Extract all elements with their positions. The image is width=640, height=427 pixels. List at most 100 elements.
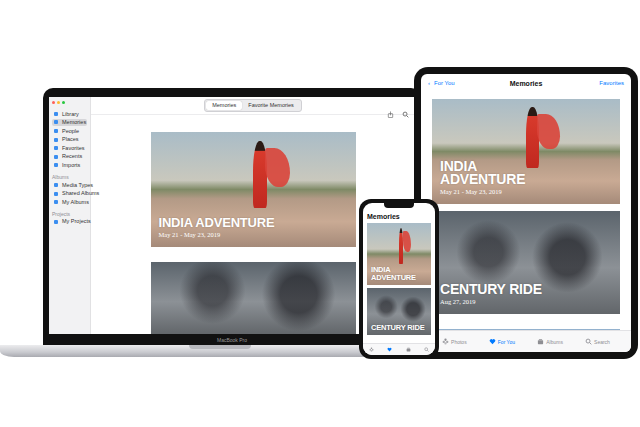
phone-screen: MemoriesINDIA ADVENTURECENTURY RIDE (363, 203, 435, 355)
folder-icon (54, 220, 58, 224)
photos-icon (442, 338, 449, 345)
sidebar-item[interactable]: Recents (52, 153, 87, 161)
memory-date: May 21 - May 23, 2019 (440, 188, 620, 196)
sidebar-label: Recents (62, 153, 82, 160)
folder-icon (54, 200, 58, 204)
memory-title: CENTURY RIDE (371, 324, 429, 331)
toolbar-actions (302, 102, 409, 109)
albums-icon[interactable] (406, 347, 411, 352)
sidebar-item[interactable]: Favorites (52, 144, 87, 152)
memory-card[interactable] (432, 329, 620, 330)
tab-item[interactable]: For You (489, 338, 515, 345)
sidebar-label: Favorites (62, 145, 85, 152)
folder-icon (54, 163, 58, 167)
memory-card[interactable]: CENTURY RIDE Aug 27, 2019 (432, 211, 620, 314)
folder-icon (54, 129, 58, 133)
toolbar: MemoriesFavorite Memories (91, 97, 415, 115)
photos-icon[interactable] (369, 347, 374, 352)
sidebar-item[interactable]: Imports (52, 162, 87, 170)
sidebar-section-title: Projects (52, 211, 87, 217)
memory-date: May 21 - May 23, 2019 (159, 231, 356, 239)
sidebar-label: Library (62, 111, 79, 118)
memory-card[interactable]: CENTURY RIDE (367, 288, 431, 335)
folder-icon (54, 112, 58, 116)
sidebar-item[interactable]: Places (52, 136, 87, 144)
memories-list: INDIA ADVENTUREMay 21 - May 23, 2019 CENT… (421, 94, 631, 330)
search-icon[interactable] (402, 102, 409, 109)
sidebar-item[interactable]: Media Types (52, 181, 87, 189)
tab-item[interactable]: Search (585, 338, 610, 345)
segment-button[interactable]: Memories (206, 101, 242, 110)
back-label: For You (434, 80, 455, 87)
sidebar-item[interactable]: People (52, 127, 87, 135)
phone-notch (384, 203, 414, 208)
folder-icon (54, 120, 58, 124)
memories-switch: MemoriesFavorite Memories (204, 99, 302, 112)
scarf-figure (537, 114, 560, 150)
scarf-figure (265, 148, 290, 187)
sidebar-label: People (62, 128, 79, 135)
back-button[interactable]: ‹ For You (428, 80, 510, 87)
memory-title: INDIA ADVENTURE (159, 217, 284, 229)
folder-icon (54, 146, 58, 150)
memory-caption: CENTURY RIDE Aug 27, 2019 (432, 283, 620, 314)
window-controls (52, 101, 87, 104)
sidebar-item[interactable]: Library (52, 110, 87, 118)
tab-label: Albums (546, 339, 563, 345)
memory-card[interactable]: INDIA ADVENTUREMay 21 - May 23, 2019 (432, 99, 620, 204)
zoom-button[interactable] (62, 101, 65, 104)
memory-card[interactable]: INDIA ADVENTURE (367, 223, 431, 285)
search-icon (585, 338, 592, 345)
memory-title: CENTURY RIDE (440, 283, 552, 296)
sidebar-label: Imports (62, 162, 80, 169)
tab-label: Search (594, 339, 610, 345)
back-chevron-icon: ‹ (428, 80, 430, 87)
minimize-button[interactable] (57, 101, 60, 104)
segment-button[interactable]: Favorite Memories (242, 101, 300, 110)
for-you-icon (489, 338, 496, 345)
laptop-notch (189, 345, 251, 349)
tablet: ‹For YouMemoriesFavoritesINDIA ADVENTURE… (414, 67, 638, 359)
favorites-button[interactable]: Favorites (542, 80, 624, 87)
tab-label: Photos (451, 339, 467, 345)
sidebar: LibraryMemories PeoplePlaces FavoritesRece… (49, 97, 91, 334)
memory-card[interactable] (151, 262, 356, 334)
sidebar-label: My Albums (62, 199, 89, 206)
sidebar-label: Shared Albums (62, 190, 99, 197)
memories-list: INDIA ADVENTURE CENTURY RIDE (363, 223, 435, 343)
sidebar-item[interactable]: Shared Albums (52, 190, 87, 198)
sidebar-label: Media Types (62, 182, 93, 189)
memory-caption: CENTURY RIDE (367, 324, 431, 335)
tab-label: For You (498, 339, 515, 345)
sidebar-label: My Projects (62, 218, 91, 225)
tab-item[interactable]: Albums (537, 338, 563, 345)
memory-title: INDIA ADVENTURE (371, 266, 429, 280)
navigation-bar: ‹For YouMemoriesFavorites (421, 74, 631, 94)
memory-caption: INDIA ADVENTURE May 21 - May 23, 2019 (151, 217, 356, 247)
sidebar-section-title: Albums (52, 174, 87, 180)
share-icon[interactable] (387, 102, 394, 109)
sidebar-label: Memories (62, 119, 86, 126)
sidebar-item[interactable]: My Projects (52, 218, 87, 226)
scarf-figure (403, 231, 411, 252)
tablet-screen: ‹For YouMemoriesFavoritesINDIA ADVENTURE… (421, 74, 631, 352)
folder-icon (54, 192, 58, 196)
sidebar-item[interactable]: Memories (52, 119, 87, 127)
memory-card[interactable]: INDIA ADVENTURE May 21 - May 23, 2019 (151, 132, 356, 247)
folder-icon (54, 138, 58, 142)
memory-title: INDIA ADVENTURE (440, 160, 552, 187)
memory-date: Aug 27, 2019 (440, 298, 620, 306)
tab-bar (363, 343, 435, 355)
for-you-icon[interactable] (387, 347, 392, 352)
folder-icon (54, 183, 58, 187)
tab-bar: Photos For You Albums Search (421, 330, 631, 352)
search-icon[interactable] (424, 347, 429, 352)
sidebar-label: Places (62, 136, 79, 143)
close-button[interactable] (52, 101, 55, 104)
tab-item[interactable]: Photos (442, 338, 467, 345)
sidebar-item[interactable]: My Albums (52, 198, 87, 206)
memory-caption: INDIA ADVENTURE (367, 266, 431, 284)
albums-icon (537, 338, 544, 345)
folder-icon (54, 155, 58, 159)
memory-caption: INDIA ADVENTUREMay 21 - May 23, 2019 (432, 160, 620, 204)
